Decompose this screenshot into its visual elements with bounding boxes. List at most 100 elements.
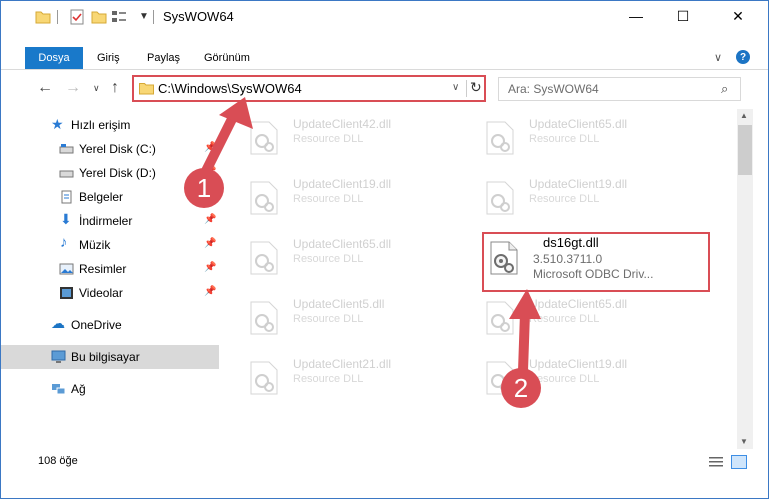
file-item[interactable]: UpdateClient19.dll Resource DLL [469, 171, 694, 219]
sidebar-item-label: Bu bilgisayar [71, 350, 140, 364]
videos-icon [60, 287, 73, 299]
sidebar-item-music[interactable]: ♪ Müzik 📌 [1, 233, 219, 257]
sidebar-item-label: OneDrive [71, 318, 122, 332]
view-options-icon[interactable] [111, 9, 127, 25]
address-dropdown-icon[interactable]: ∨ [452, 82, 459, 93]
file-item[interactable]: UpdateClient65.dll Resource DLL [469, 291, 694, 339]
search-placeholder[interactable]: Ara: SysWOW64 [508, 82, 599, 96]
sidebar-item-label: Yerel Disk (D:) [79, 166, 156, 180]
highlight-box [482, 232, 710, 292]
file-name: UpdateClient5.dll [293, 297, 385, 311]
sidebar-item-quick-access[interactable]: ★ Hızlı erişim [1, 113, 219, 137]
vertical-scrollbar[interactable]: ▲ ▼ [737, 109, 753, 449]
forward-arrow-icon[interactable]: → [65, 79, 81, 97]
file-name: UpdateClient42.dll [293, 117, 392, 131]
sidebar-item-label: Belgeler [79, 190, 124, 204]
file-description: Resource DLL [529, 193, 600, 205]
new-folder-icon[interactable] [91, 9, 107, 25]
file-name: UpdateClient19.dll [529, 177, 628, 191]
scroll-down-icon[interactable]: ▼ [740, 437, 748, 446]
explorer-window: ▼ SysWOW64 — ☐ ✕ Dosya Giriş Paylaş Görü… [0, 0, 769, 499]
tab-home[interactable]: Giriş [97, 52, 120, 64]
search-icon[interactable]: ⌕ [721, 81, 728, 97]
separator [57, 10, 58, 24]
dll-file-icon [486, 121, 514, 155]
file-item[interactable]: UpdateClient65.dll Resource DLL [469, 111, 694, 159]
properties-check-icon[interactable] [69, 9, 85, 25]
file-description: Resource DLL [293, 313, 364, 325]
file-item[interactable]: UpdateClient42.dll Resource DLL [233, 111, 458, 159]
separator [153, 10, 154, 24]
sidebar-item-local-disk-c[interactable]: Yerel Disk (C:) 📌 [1, 137, 219, 161]
tab-share[interactable]: Paylaş [147, 52, 180, 64]
dll-file-icon [250, 361, 278, 395]
close-button[interactable]: ✕ [715, 1, 761, 31]
music-note-icon: ♪ [60, 234, 68, 251]
address-bar[interactable]: C:\Windows\SysWOW64 ∨ ↻ [132, 75, 486, 102]
maximize-button[interactable]: ☐ [660, 1, 706, 31]
dll-file-icon [250, 241, 278, 275]
navigation-bar: ← → ∨ ↑ C:\Windows\SysWOW64 ∨ ↻ Ara: Sys… [1, 73, 768, 105]
drive-icon [59, 144, 74, 154]
up-arrow-icon[interactable]: ↑ [111, 79, 119, 97]
quick-access-dropdown-icon[interactable]: ▼ [139, 11, 149, 22]
pin-icon[interactable]: 📌 [204, 214, 216, 225]
drive-icon [59, 170, 74, 178]
sidebar-item-label: İndirmeler [79, 214, 133, 228]
sidebar-item-this-pc[interactable]: Bu bilgisayar [1, 345, 219, 369]
details-view-icon[interactable] [709, 456, 723, 468]
file-name: UpdateClient19.dll [293, 177, 392, 191]
scrollbar-thumb[interactable] [738, 125, 752, 175]
sidebar-item-network[interactable]: Ağ [1, 377, 219, 401]
file-name: UpdateClient21.dll [293, 357, 392, 371]
pin-icon[interactable]: 📌 [204, 286, 216, 297]
sidebar-item-label: Hızlı erişim [71, 118, 131, 132]
pictures-icon [59, 263, 74, 275]
file-item[interactable]: UpdateClient21.dll Resource DLL [233, 351, 458, 399]
tiles-view-icon[interactable] [731, 455, 747, 469]
title-bar: ▼ SysWOW64 — ☐ ✕ [1, 1, 768, 33]
scroll-up-icon[interactable]: ▲ [740, 111, 748, 120]
ribbon-tabs: Dosya Giriş Paylaş Görünüm ∨ ? [1, 46, 768, 70]
sidebar-item-onedrive[interactable]: ☁ OneDrive [1, 313, 219, 337]
sidebar-item-videos[interactable]: Videolar 📌 [1, 281, 219, 305]
step-1-badge: 1 [184, 168, 224, 208]
file-item[interactable]: UpdateClient5.dll Resource DLL [233, 291, 458, 339]
back-arrow-icon[interactable]: ← [37, 79, 53, 97]
address-path[interactable]: C:\Windows\SysWOW64 [158, 81, 302, 96]
dll-file-icon [486, 301, 514, 335]
recent-locations-icon[interactable]: ∨ [93, 83, 100, 94]
file-item[interactable]: UpdateClient65.dll Resource DLL [233, 231, 458, 279]
tab-file[interactable]: Dosya [25, 47, 83, 69]
sidebar-item-downloads[interactable]: ⬇ İndirmeler 📌 [1, 209, 219, 233]
folder-icon [139, 83, 154, 95]
help-icon[interactable]: ? [736, 50, 750, 64]
folder-icon[interactable] [35, 9, 51, 25]
file-description: Resource DLL [529, 133, 600, 145]
item-count: 108 öğe [38, 455, 78, 467]
file-description: Resource DLL [293, 253, 364, 265]
download-arrow-icon: ⬇ [60, 211, 72, 227]
separator [466, 80, 467, 97]
ribbon-expand-icon[interactable]: ∨ [714, 51, 722, 64]
sidebar-item-label: Müzik [79, 238, 111, 252]
window-title: SysWOW64 [163, 9, 234, 24]
sidebar-item-pictures[interactable]: Resimler 📌 [1, 257, 219, 281]
star-icon: ★ [51, 116, 64, 132]
tab-view[interactable]: Görünüm [204, 52, 250, 64]
pin-icon[interactable]: 📌 [204, 238, 216, 249]
sidebar-item-label: Yerel Disk (C:) [79, 142, 156, 156]
dll-file-icon [486, 181, 514, 215]
file-name: UpdateClient65.dll [529, 297, 628, 311]
minimize-button[interactable]: — [613, 1, 659, 31]
sidebar-item-label: Resimler [79, 262, 127, 276]
dll-file-icon [250, 301, 278, 335]
pin-icon[interactable]: 📌 [204, 142, 216, 153]
file-item[interactable]: UpdateClient19.dll Resource DLL [233, 171, 458, 219]
pin-icon[interactable]: 📌 [204, 262, 216, 273]
file-description: Resource DLL [529, 313, 600, 325]
search-input[interactable]: Ara: SysWOW64 ⌕ [498, 77, 741, 101]
file-name: UpdateClient65.dll [293, 237, 392, 251]
dll-file-icon [250, 121, 278, 155]
refresh-icon[interactable]: ↻ [470, 79, 482, 96]
